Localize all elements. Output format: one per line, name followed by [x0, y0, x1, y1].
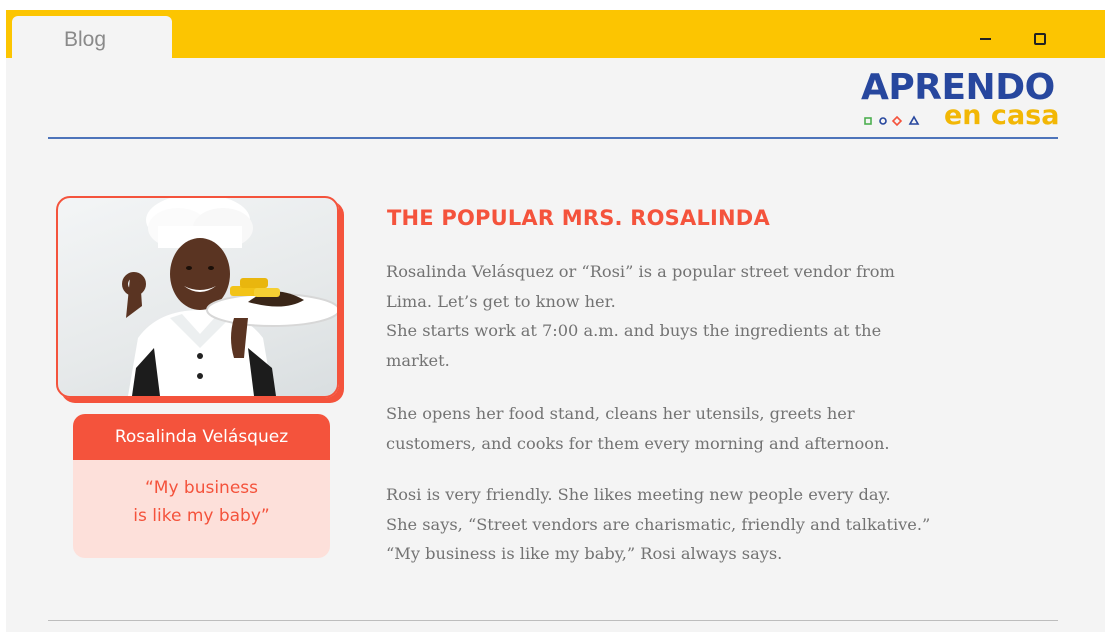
- logo-shapes-icon: [864, 115, 920, 127]
- footer-divider: [48, 620, 1058, 621]
- profile-card: Rosalinda Velásquez “My business is like…: [73, 414, 330, 558]
- article-paragraph-3: Rosi is very friendly. She likes meeting…: [386, 480, 1041, 569]
- profile-name: Rosalinda Velásquez: [73, 414, 330, 460]
- chef-illustration: [122, 198, 337, 396]
- article-title: THE POPULAR MRS. ROSALINDA: [387, 206, 770, 230]
- paragraph-line: Rosalinda Velásquez or “Rosi” is a popul…: [386, 262, 895, 281]
- paragraph-line: She says, “Street vendors are charismati…: [386, 514, 931, 534]
- profile-quote-box: “My business is like my baby”: [73, 460, 330, 558]
- paragraph-line: She opens her food stand, cleans her ute…: [386, 404, 855, 423]
- article-paragraph-2: She opens her food stand, cleans her ute…: [386, 399, 1041, 458]
- header-divider: [48, 137, 1058, 139]
- paragraph-line: Rosi is very friendly. She likes meeting…: [386, 485, 891, 504]
- logo-sub-text: en casa: [944, 100, 1060, 131]
- paragraph-line: market.: [386, 350, 450, 370]
- tab-label: Blog: [64, 28, 107, 51]
- restore-icon[interactable]: [1026, 24, 1052, 50]
- paragraph-line: She starts work at 7:00 a.m. and buys th…: [386, 321, 882, 340]
- aprendo-en-casa-logo: APRENDO en casa: [858, 70, 1068, 134]
- article-paragraph-1: Rosalinda Velásquez or “Rosi” is a popul…: [386, 257, 1041, 375]
- minimize-icon[interactable]: [974, 24, 1000, 50]
- paragraph-line: Lima. Let’s get to know her.: [386, 291, 616, 311]
- paragraph-line: customers, and cooks for them every morn…: [386, 433, 890, 453]
- paragraph-line: “My business is like my baby,” Rosi alwa…: [386, 544, 783, 563]
- chef-photo: [56, 196, 339, 398]
- tab-blog[interactable]: Blog: [12, 16, 172, 58]
- profile-quote: “My business is like my baby”: [133, 478, 270, 526]
- title-bar: Blog: [6, 10, 1105, 58]
